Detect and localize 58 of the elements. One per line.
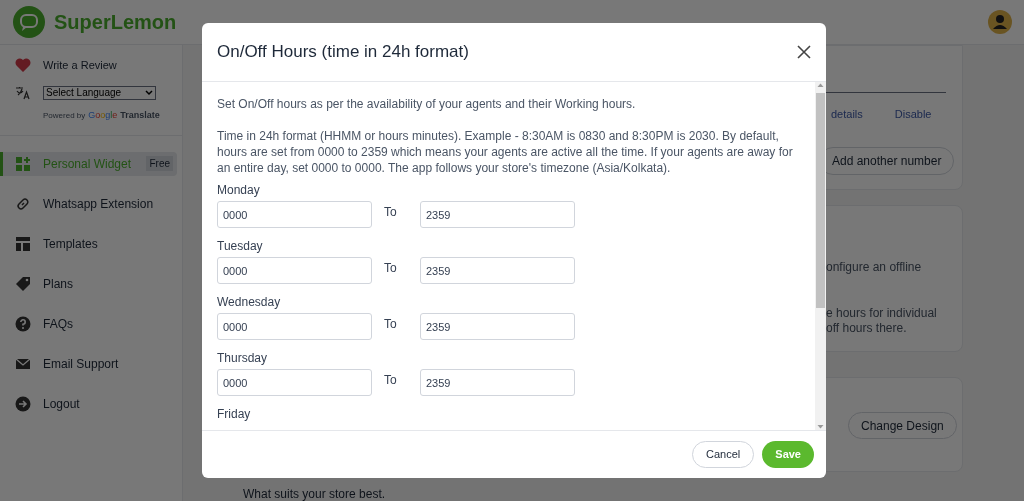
day-label: Tuesday — [217, 238, 264, 254]
sidebar-item[interactable]: Logout — [2, 391, 84, 416]
day-label: Wednesday — [217, 294, 282, 310]
tag-icon — [15, 275, 31, 292]
powered-by-text: Powered by — [43, 110, 86, 122]
dialog-title: On/Off Hours (time in 24h format) — [217, 41, 469, 64]
caret-icon — [145, 90, 153, 96]
day-label: Monday — [217, 182, 261, 198]
day-label: Thursday — [217, 350, 269, 366]
help-icon — [15, 315, 31, 332]
link-icon — [15, 195, 31, 212]
review-link[interactable]: Write a Review — [43, 56, 117, 74]
description-text: e hours for individual — [826, 306, 937, 321]
translate-text: Translate — [120, 109, 160, 122]
sidebar-item[interactable]: Personal Widget Free — [2, 151, 177, 176]
scroll-down-icon[interactable] — [817, 424, 824, 430]
scrollbar[interactable] — [815, 82, 826, 430]
time-field[interactable]: 2359 — [420, 369, 575, 396]
intro-text: Set On/Off hours as per the availability of your agents and their Working hours. — [217, 96, 637, 112]
time-field[interactable]: 2359 — [420, 201, 575, 228]
logo-icon — [12, 5, 46, 39]
day-label: Friday — [217, 406, 252, 422]
change-design-button[interactable]: Change Design — [848, 412, 957, 439]
to-label: To — [384, 204, 398, 220]
time-field[interactable]: 2359 — [420, 257, 575, 284]
time-field[interactable]: 2359 — [420, 313, 575, 340]
language-select[interactable]: Select Language — [43, 86, 156, 100]
time-field[interactable]: 0000 — [217, 257, 372, 284]
sidebar-item[interactable]: Templates — [2, 231, 102, 256]
scroll-up-icon[interactable] — [817, 82, 824, 88]
layout-icon — [15, 235, 31, 252]
translate-icon — [15, 86, 31, 100]
description-text: What suits your store best. — [243, 487, 386, 501]
sidebar-item[interactable]: Email Support — [2, 351, 123, 376]
plan-badge: Free — [146, 156, 173, 171]
save-button[interactable]: Save — [762, 441, 814, 468]
google-logo: Google — [88, 109, 118, 122]
to-label: To — [384, 260, 398, 276]
text-link[interactable]: details — [831, 106, 863, 123]
heart-icon — [15, 58, 31, 72]
to-label: To — [384, 316, 398, 332]
sidebar-item[interactable]: Plans — [2, 271, 78, 296]
brand-name: SuperLemon — [54, 10, 177, 35]
close-icon[interactable] — [797, 45, 811, 59]
sidebar-item[interactable]: FAQs — [2, 311, 77, 336]
help-text: Time in 24h format (HHMM or hours minutes). Example - 8:30AM is 0830 and 8:30PM is 2030. By default, hours are set from 0000 to 2359 which means your agents are active all the time. If your agents are away for an entire day, set 0000 to 0000. The app follows your store's timezone (Asia/Kolkata). — [217, 128, 794, 176]
to-label: To — [384, 372, 398, 388]
avatar-icon[interactable] — [988, 10, 1012, 34]
time-field[interactable]: 0000 — [217, 313, 372, 340]
cancel-button[interactable]: Cancel — [692, 441, 755, 468]
text-link[interactable]: Disable — [894, 106, 932, 123]
description-text: off hours there. — [826, 321, 908, 336]
time-field[interactable]: 0000 — [217, 201, 372, 228]
widget-icon — [15, 155, 31, 172]
sidebar-item[interactable]: Whatsapp Extension — [2, 191, 158, 216]
time-field[interactable]: 0000 — [217, 369, 372, 396]
description-text: onfigure an offline — [826, 260, 923, 275]
logout-icon — [15, 395, 31, 412]
